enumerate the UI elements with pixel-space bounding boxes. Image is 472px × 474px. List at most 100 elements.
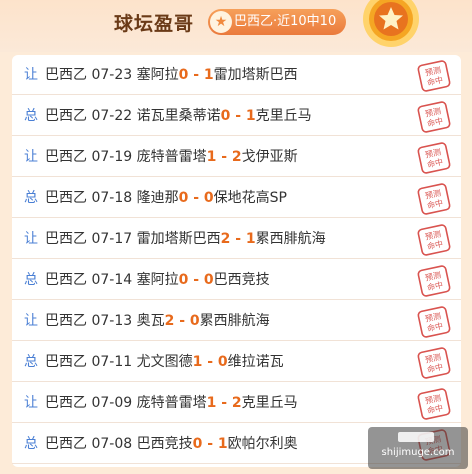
match-date: 07-13 [91, 313, 133, 329]
hit-stamp-icon: 预测命中 [417, 306, 451, 338]
away-score: 0 [203, 190, 214, 206]
away-score: 0 [189, 313, 200, 329]
away-score: 1 [203, 67, 214, 83]
hit-stamp-icon: 预测命中 [417, 60, 451, 92]
list-item[interactable]: 总巴西乙 07-18 隆迪那0 - 0保地花高SP 预测 命中 [12, 178, 461, 218]
match-text: 让巴西乙 07-17 雷加塔斯巴西2 - 1累西腓航海 [24, 228, 326, 248]
match-text: 让巴西乙 07-09 庞特普雷塔1 - 2克里丘马 [24, 392, 298, 412]
league-name: 巴西乙 [45, 272, 87, 288]
score-separator: - [188, 190, 204, 206]
away-team: 维拉诺瓦 [227, 354, 284, 370]
bet-type-tag: 总 [24, 354, 38, 370]
score-separator: - [202, 436, 218, 452]
bet-type-tag: 总 [24, 108, 38, 124]
match-date: 07-08 [91, 436, 133, 452]
watermark-logo-icon [398, 432, 434, 442]
home-team: 塞阿拉 [136, 67, 179, 83]
away-score: 1 [245, 108, 256, 124]
hit-stamp-icon: 预测命中 [417, 388, 451, 420]
match-text: 总巴西乙 07-11 尤文图德1 - 0维拉诺瓦 [24, 351, 284, 371]
list-item[interactable]: 总巴西乙 07-14 塞阿拉0 - 0巴西竞技 预测 命中 [12, 260, 461, 300]
away-team: 戈伊亚斯 [241, 149, 298, 165]
match-text: 让巴西乙 07-19 庞特普雷塔1 - 2戈伊亚斯 [24, 146, 298, 166]
home-score: 0 [178, 67, 189, 83]
away-team: 克里丘马 [255, 108, 312, 124]
league-name: 巴西乙 [45, 436, 87, 452]
away-team: 巴西竞技 [213, 272, 270, 288]
match-text: 总巴西乙 07-14 塞阿拉0 - 0巴西竞技 [24, 269, 270, 289]
list-item[interactable]: 让巴西乙 07-17 雷加塔斯巴西2 - 1累西腓航海 预测 命中 [12, 219, 461, 259]
home-score: 1 [206, 395, 217, 411]
list-item[interactable]: 让巴西乙 07-13 奥瓦2 - 0累西腓航海 预测 命中 [12, 301, 461, 341]
list-item[interactable]: 让巴西乙 07-19 庞特普雷塔1 - 2戈伊亚斯 预测 命中 [12, 137, 461, 177]
score-separator: - [230, 108, 246, 124]
score-separator: - [230, 231, 246, 247]
league-name: 巴西乙 [45, 395, 87, 411]
list-item[interactable]: 总巴西乙 07-22 诺瓦里桑蒂诺0 - 1克里丘马 预测 命中 [12, 96, 461, 136]
league-name: 巴西乙 [45, 67, 87, 83]
prediction-list: 让巴西乙 07-23 塞阿拉0 - 1雷加塔斯巴西 预测 命中总巴西乙 07-22 … [12, 55, 461, 467]
medal-icon [363, 0, 419, 47]
header: 球坛盈哥 ★ 巴西乙·近10中10 [0, 0, 472, 52]
star-icon: ★ [210, 11, 232, 33]
score-separator: - [216, 149, 232, 165]
score-separator: - [188, 272, 204, 288]
league-name: 巴西乙 [45, 313, 87, 329]
hit-stamp-icon: 预测命中 [417, 183, 451, 215]
league-name: 巴西乙 [45, 354, 87, 370]
score-separator: - [202, 354, 218, 370]
list-item[interactable]: 让巴西乙 07-09 庞特普雷塔1 - 2克里丘马 预测 命中 [12, 383, 461, 423]
bet-type-tag: 让 [24, 149, 38, 165]
score-separator: - [216, 395, 232, 411]
away-score: 1 [245, 231, 256, 247]
match-text: 总巴西乙 07-18 隆迪那0 - 0保地花高SP [24, 187, 287, 207]
home-team: 诺瓦里桑蒂诺 [136, 108, 221, 124]
home-team: 雷加塔斯巴西 [136, 231, 221, 247]
home-team: 塞阿拉 [136, 272, 179, 288]
record-badge[interactable]: ★ 巴西乙·近10中10 [208, 9, 347, 35]
league-name: 巴西乙 [45, 190, 87, 206]
match-date: 07-23 [91, 67, 133, 83]
bet-type-tag: 总 [24, 190, 38, 206]
away-team: 保地花高SP [213, 190, 287, 206]
away-team: 克里丘马 [241, 395, 298, 411]
watermark-text: shijimuge.com [381, 447, 455, 458]
match-text: 总巴西乙 07-08 巴西竞技0 - 1欧帕尔利奥 [24, 433, 298, 453]
away-score: 0 [203, 272, 214, 288]
bet-type-tag: 总 [24, 272, 38, 288]
hit-stamp-icon: 预测命中 [417, 142, 451, 174]
away-team: 累西腓航海 [199, 313, 270, 329]
bet-type-tag: 让 [24, 67, 38, 83]
page-title: 球坛盈哥 [114, 13, 195, 35]
bet-type-tag: 让 [24, 395, 38, 411]
list-item[interactable]: 让巴西乙 07-23 塞阿拉0 - 1雷加塔斯巴西 预测 命中 [12, 55, 461, 95]
match-text: 让巴西乙 07-13 奥瓦2 - 0累西腓航海 [24, 310, 270, 330]
home-score: 0 [220, 108, 231, 124]
away-score: 2 [231, 395, 242, 411]
home-score: 0 [178, 190, 189, 206]
match-text: 让巴西乙 07-23 塞阿拉0 - 1雷加塔斯巴西 [24, 64, 298, 84]
list-item[interactable]: 总巴西乙 07-11 尤文图德1 - 0维拉诺瓦 预测 命中 [12, 342, 461, 382]
away-score: 2 [231, 149, 242, 165]
away-team: 累西腓航海 [255, 231, 326, 247]
home-team: 隆迪那 [136, 190, 179, 206]
away-team: 雷加塔斯巴西 [213, 67, 298, 83]
home-score: 1 [192, 354, 203, 370]
league-name: 巴西乙 [45, 108, 87, 124]
home-score: 0 [178, 272, 189, 288]
home-score: 1 [206, 149, 217, 165]
home-score: 0 [192, 436, 203, 452]
score-separator: - [188, 67, 204, 83]
hit-stamp-icon: 预测命中 [417, 265, 451, 297]
match-text: 总巴西乙 07-22 诺瓦里桑蒂诺0 - 1克里丘马 [24, 105, 312, 125]
bet-type-tag: 总 [24, 436, 38, 452]
home-team: 尤文图德 [136, 354, 193, 370]
score-separator: - [174, 313, 190, 329]
record-badge-label: 巴西乙·近10中10 [234, 14, 337, 29]
home-team: 巴西竞技 [136, 436, 193, 452]
hit-stamp-icon: 预测命中 [417, 347, 451, 379]
match-date: 07-22 [91, 108, 133, 124]
home-team: 庞特普雷塔 [136, 149, 207, 165]
league-name: 巴西乙 [45, 231, 87, 247]
match-date: 07-11 [91, 354, 133, 370]
